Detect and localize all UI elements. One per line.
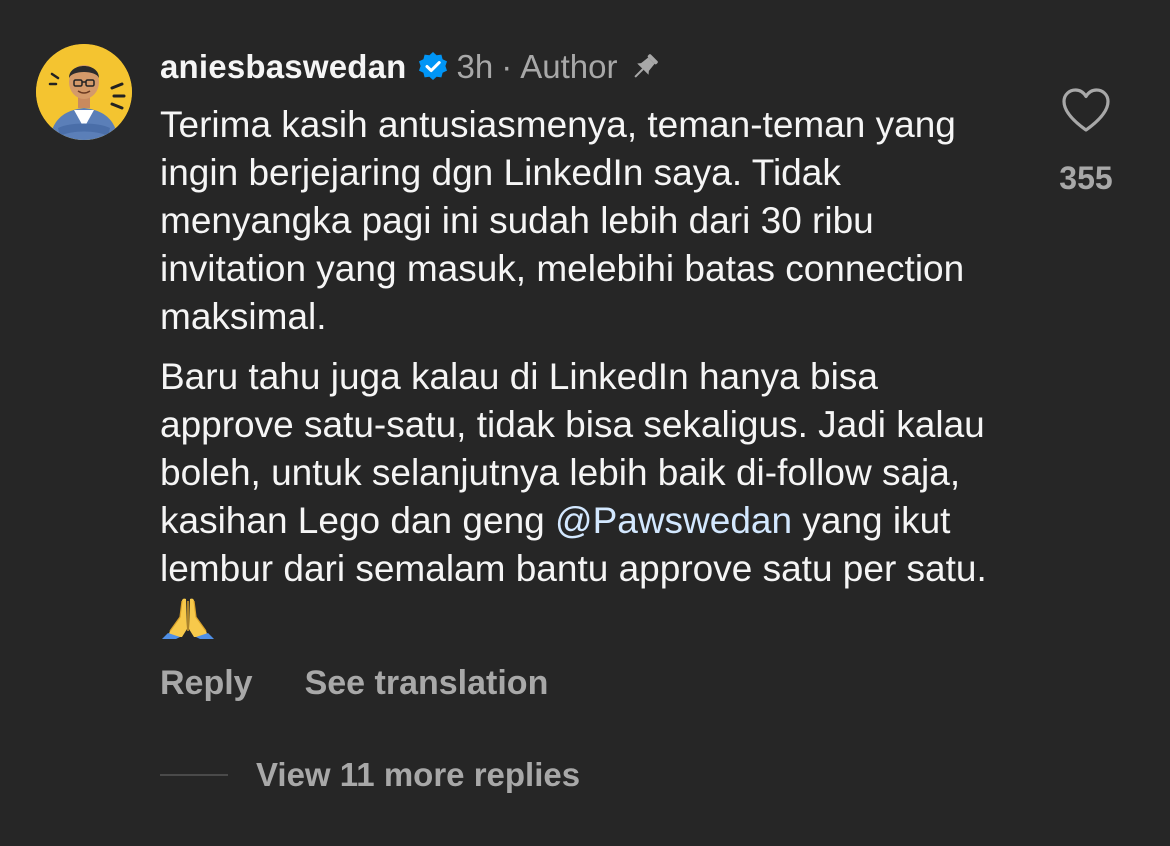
mention-link[interactable]: @Pawswedan [555,500,792,541]
view-replies-label[interactable]: View 11 more replies [256,756,580,794]
see-translation-button[interactable]: See translation [305,664,549,703]
heart-icon[interactable] [1060,86,1112,134]
comment-paragraph-2: Baru tahu juga kalau di LinkedIn hanya b… [160,353,1010,641]
like-count: 355 [1059,160,1113,196]
comment-body: Terima kasih antusiasmenya, teman-teman … [160,101,1010,641]
avatar[interactable] [36,44,132,140]
verified-badge-icon [417,51,449,83]
avatar-illustration [36,44,132,140]
comment-paragraph-1: Terima kasih antusiasmenya, teman-teman … [160,104,965,337]
replies-divider [160,774,228,776]
view-replies[interactable]: View 11 more replies [160,756,580,794]
pin-icon [628,50,662,84]
like-section: 355 [1054,84,1118,204]
comment-actions: Reply See translation [160,664,548,703]
author-label: Author [520,48,618,85]
folded-hands-emoji [160,593,216,641]
comment-screen: aniesbaswedan 3h · Author Terima kasih a… [0,0,1170,846]
reply-button[interactable]: Reply [160,664,253,703]
meta-separator: · [501,48,513,85]
comment-header: aniesbaswedan 3h · Author [160,42,662,92]
timestamp: 3h [456,48,494,85]
username[interactable]: aniesbaswedan [160,48,407,86]
